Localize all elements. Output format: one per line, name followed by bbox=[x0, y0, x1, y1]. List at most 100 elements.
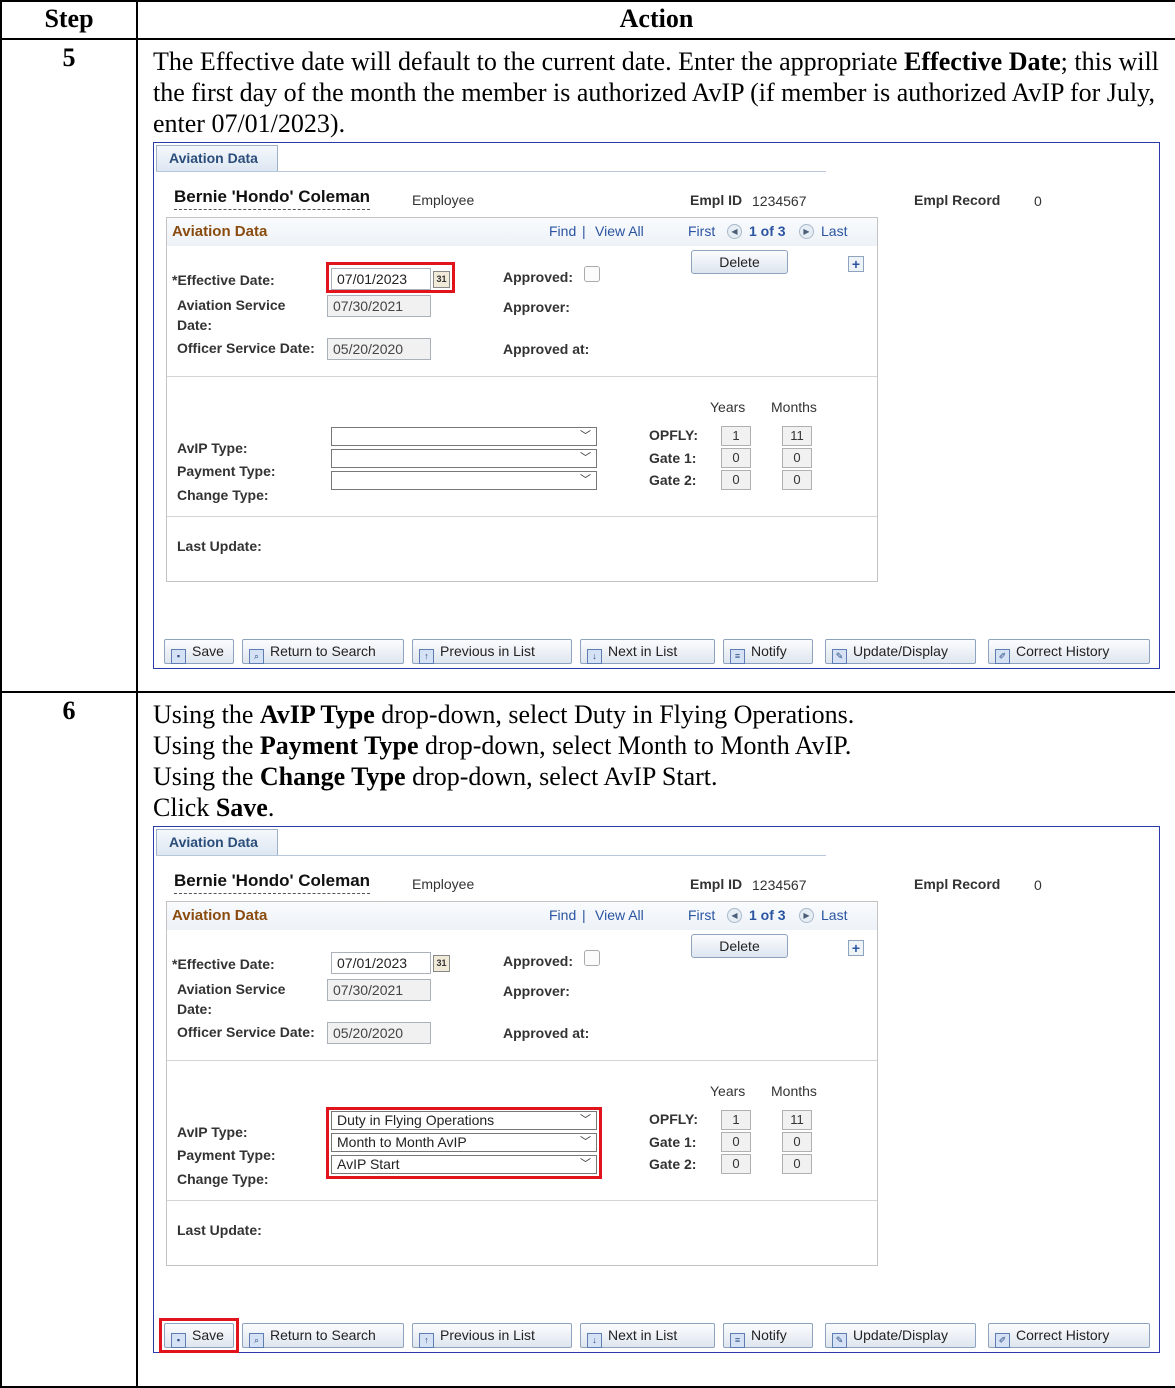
empl-id-value: 1234567 bbox=[752, 877, 807, 893]
next-arrow-icon[interactable]: ▶ bbox=[799, 908, 814, 923]
next-list-icon: ↓ bbox=[587, 649, 602, 664]
highlight-box bbox=[159, 1318, 239, 1353]
aviation-service-label: Aviation Service bbox=[177, 981, 286, 997]
gate1-years: 0 bbox=[721, 448, 751, 468]
return-to-search-button[interactable]: ⌕ Return to Search bbox=[242, 1323, 404, 1348]
text: drop-down, select Duty in Flying Operati… bbox=[374, 700, 855, 729]
empl-record-value: 0 bbox=[1034, 193, 1042, 209]
empl-id-label: Empl ID bbox=[690, 876, 743, 892]
payment-type-label: Payment Type: bbox=[177, 463, 276, 479]
text: Using the bbox=[153, 731, 260, 760]
highlight-box bbox=[326, 1107, 602, 1179]
tab-aviation-data[interactable]: Aviation Data bbox=[156, 829, 278, 855]
correct-history-button[interactable]: ✐ Correct History bbox=[988, 639, 1150, 664]
save-icon: ▪ bbox=[171, 649, 186, 664]
next-in-list-button[interactable]: ↓ Next in List bbox=[580, 639, 715, 664]
next-in-list-button[interactable]: ↓ Next in List bbox=[580, 1323, 715, 1348]
next-arrow-icon[interactable]: ▶ bbox=[799, 224, 814, 239]
divider bbox=[167, 1060, 877, 1061]
previous-label: Previous in List bbox=[440, 1327, 535, 1343]
aviation-service-label-2: Date: bbox=[177, 1001, 213, 1017]
correct-history-button[interactable]: ✐ Correct History bbox=[988, 1323, 1150, 1348]
avip-type-select[interactable]: ﹀ bbox=[331, 427, 597, 446]
add-row-button[interactable]: + bbox=[848, 256, 864, 272]
update-display-button[interactable]: ✎ Update/Display bbox=[825, 1323, 976, 1348]
opfly-label: OPFLY: bbox=[649, 1111, 699, 1127]
aviation-data-section: Aviation Data Find | View All First ◀ 1 … bbox=[166, 901, 878, 1266]
instruction-line: Using the Payment Type drop-down, select… bbox=[153, 730, 1175, 761]
save-label: Save bbox=[192, 643, 224, 659]
previous-in-list-button[interactable]: ↑ Previous in List bbox=[412, 1323, 572, 1348]
notify-icon: ≡ bbox=[730, 649, 745, 664]
empl-record-label: Empl Record bbox=[914, 192, 1001, 208]
last-link[interactable]: Last bbox=[821, 907, 847, 923]
approved-label: Approved: bbox=[503, 953, 573, 969]
text: Click bbox=[153, 793, 216, 822]
section-title: Aviation Data bbox=[172, 907, 268, 924]
payment-type-label: Payment Type: bbox=[177, 1147, 276, 1163]
correct-label: Correct History bbox=[1016, 1327, 1110, 1343]
peoplesoft-screenshot: Aviation Data Bernie 'Hondo' Coleman Emp… bbox=[153, 142, 1160, 669]
aviation-service-date-field: 07/30/2021 bbox=[327, 979, 431, 1001]
aviation-service-date-field: 07/30/2021 bbox=[327, 295, 431, 317]
add-row-button[interactable]: + bbox=[848, 940, 864, 956]
empl-record-value: 0 bbox=[1034, 877, 1042, 893]
last-update-label: Last Update: bbox=[177, 538, 262, 554]
search-icon: ⌕ bbox=[249, 1333, 264, 1348]
officer-service-label: Officer Service Date: bbox=[177, 1024, 315, 1040]
correct-label: Correct History bbox=[1016, 643, 1110, 659]
employee-name[interactable]: Bernie 'Hondo' Coleman bbox=[174, 871, 371, 894]
approved-at-label: Approved at: bbox=[503, 1025, 590, 1041]
approved-checkbox[interactable] bbox=[584, 950, 600, 966]
effective-date-input[interactable]: 07/01/2023 bbox=[331, 952, 431, 974]
action-cell: Using the AvIP Type drop-down, select Du… bbox=[136, 691, 1175, 1388]
employee-name[interactable]: Bernie 'Hondo' Coleman bbox=[174, 187, 371, 210]
chevron-down-icon: ﹀ bbox=[580, 474, 591, 486]
payment-type-select[interactable]: ﹀ bbox=[331, 449, 597, 468]
peoplesoft-screenshot: Aviation Data Bernie 'Hondo' Coleman Emp… bbox=[153, 826, 1160, 1353]
tab-underline bbox=[156, 171, 826, 172]
first-link[interactable]: First bbox=[688, 223, 715, 239]
page-indicator: 1 of 3 bbox=[749, 907, 786, 923]
bold-text: Effective Date bbox=[904, 47, 1061, 76]
notify-label: Notify bbox=[751, 1327, 787, 1343]
change-type-select[interactable]: ﹀ bbox=[331, 471, 597, 490]
update-display-icon: ✎ bbox=[832, 1333, 847, 1348]
delete-button[interactable]: Delete bbox=[691, 934, 788, 958]
previous-list-icon: ↑ bbox=[419, 649, 434, 664]
notify-button[interactable]: ≡ Notify bbox=[723, 1323, 813, 1348]
find-link[interactable]: Find bbox=[549, 223, 576, 239]
section-title: Aviation Data bbox=[172, 223, 268, 240]
return-label: Return to Search bbox=[270, 643, 376, 659]
find-link[interactable]: Find bbox=[549, 907, 576, 923]
tab-underline bbox=[156, 855, 826, 856]
employee-type: Employee bbox=[412, 876, 475, 892]
return-to-search-button[interactable]: ⌕ Return to Search bbox=[242, 639, 404, 664]
change-type-label: Change Type: bbox=[177, 1171, 269, 1187]
text: drop-down, select AvIP Start. bbox=[405, 762, 718, 791]
search-icon: ⌕ bbox=[249, 649, 264, 664]
previous-arrow-icon[interactable]: ◀ bbox=[727, 224, 742, 239]
notify-button[interactable]: ≡ Notify bbox=[723, 639, 813, 664]
aviation-service-label: Aviation Service bbox=[177, 297, 286, 313]
update-display-button[interactable]: ✎ Update/Display bbox=[825, 639, 976, 664]
gate1-months: 0 bbox=[782, 1132, 812, 1152]
last-update-label: Last Update: bbox=[177, 1222, 262, 1238]
gate1-label: Gate 1: bbox=[649, 1134, 697, 1150]
last-link[interactable]: Last bbox=[821, 223, 847, 239]
previous-in-list-button[interactable]: ↑ Previous in List bbox=[412, 639, 572, 664]
return-label: Return to Search bbox=[270, 1327, 376, 1343]
first-link[interactable]: First bbox=[688, 907, 715, 923]
step-number: 6 bbox=[0, 691, 138, 1388]
view-all-link[interactable]: View All bbox=[595, 907, 644, 923]
step-header: Step bbox=[0, 0, 138, 40]
save-button[interactable]: ▪ Save bbox=[164, 639, 234, 664]
approved-label: Approved: bbox=[503, 269, 573, 285]
instructions: Using the AvIP Type drop-down, select Du… bbox=[138, 693, 1175, 823]
delete-button[interactable]: Delete bbox=[691, 250, 788, 274]
previous-arrow-icon[interactable]: ◀ bbox=[727, 908, 742, 923]
calendar-icon[interactable]: 31 bbox=[433, 955, 450, 972]
approved-checkbox[interactable] bbox=[584, 266, 600, 282]
tab-aviation-data[interactable]: Aviation Data bbox=[156, 145, 278, 171]
view-all-link[interactable]: View All bbox=[595, 223, 644, 239]
